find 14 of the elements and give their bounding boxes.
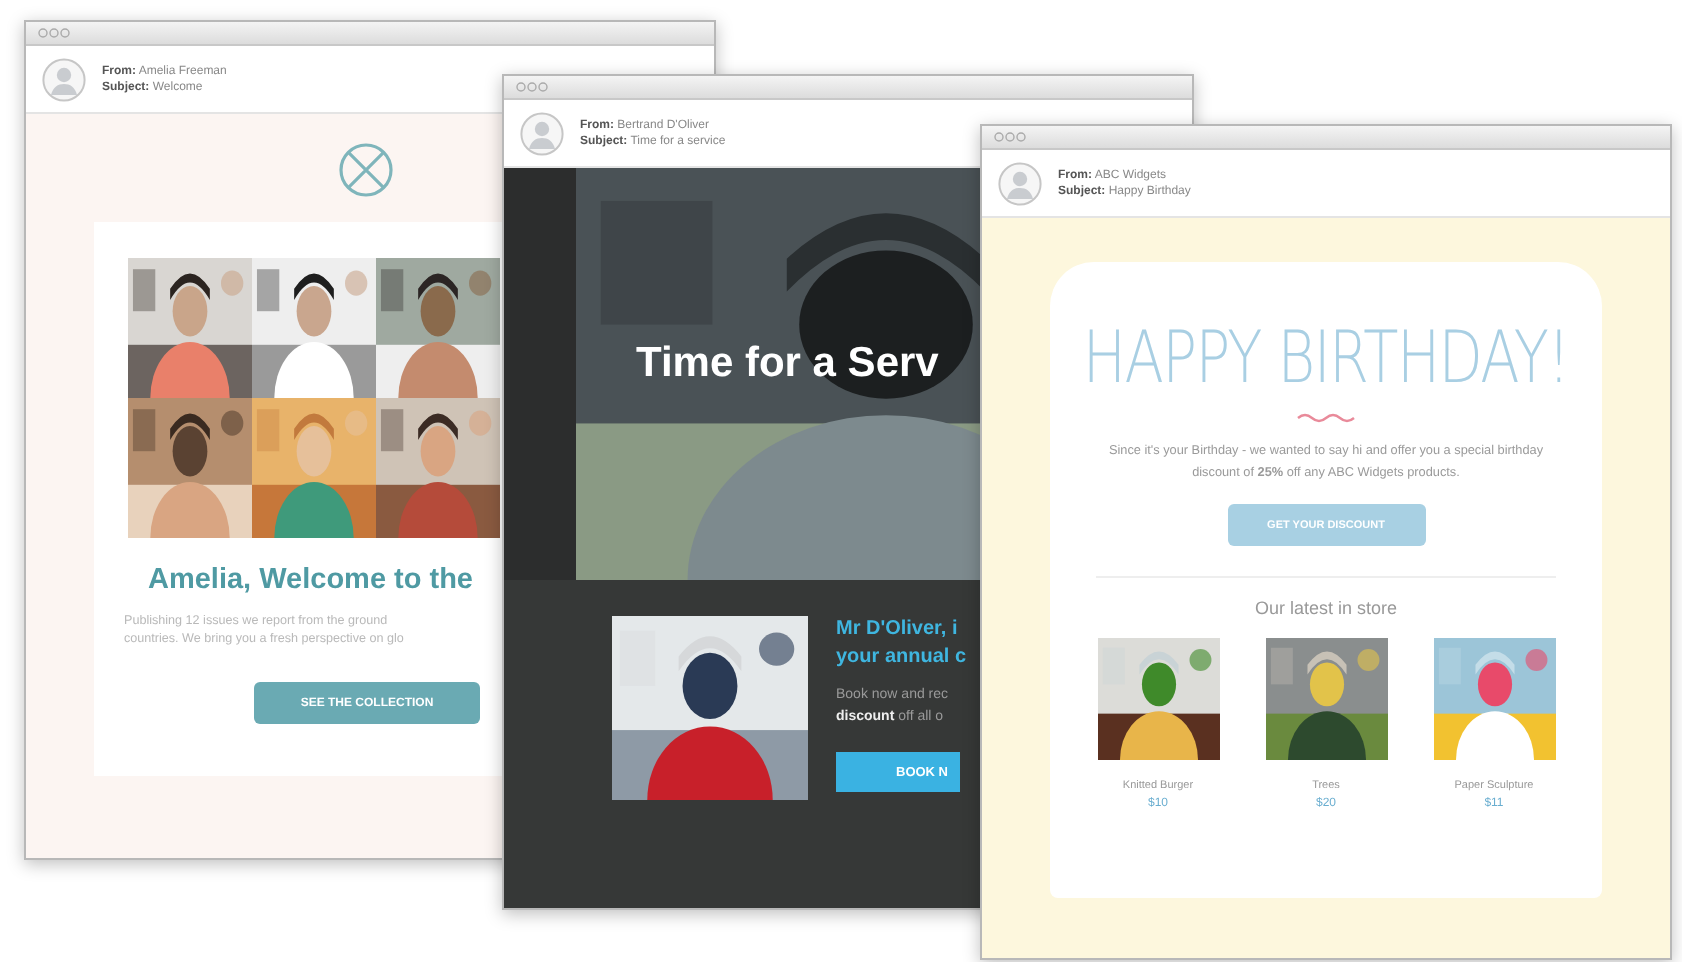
window-controls-icon[interactable]: [994, 132, 1026, 142]
window-controls-icon[interactable]: [516, 82, 548, 92]
window-controls-icon[interactable]: [38, 28, 70, 38]
welcome-heading: Amelia, Welcome to the: [148, 564, 475, 596]
avatar-icon: [520, 111, 564, 155]
avatar-icon: [998, 161, 1042, 205]
greeting-heading: Mr D'Oliver, i: [836, 616, 960, 644]
birthday-heading: HAPPY BIRTHDAY!: [1083, 318, 1569, 400]
section-heading: Our latest in store: [1254, 598, 1398, 618]
avatar-icon: [42, 57, 86, 101]
greeting-heading: your annual c: [836, 644, 967, 672]
squiggle-icon: [1296, 412, 1356, 424]
hero-heading: Time for a Serv: [636, 340, 939, 388]
logo-icon: [338, 142, 394, 198]
